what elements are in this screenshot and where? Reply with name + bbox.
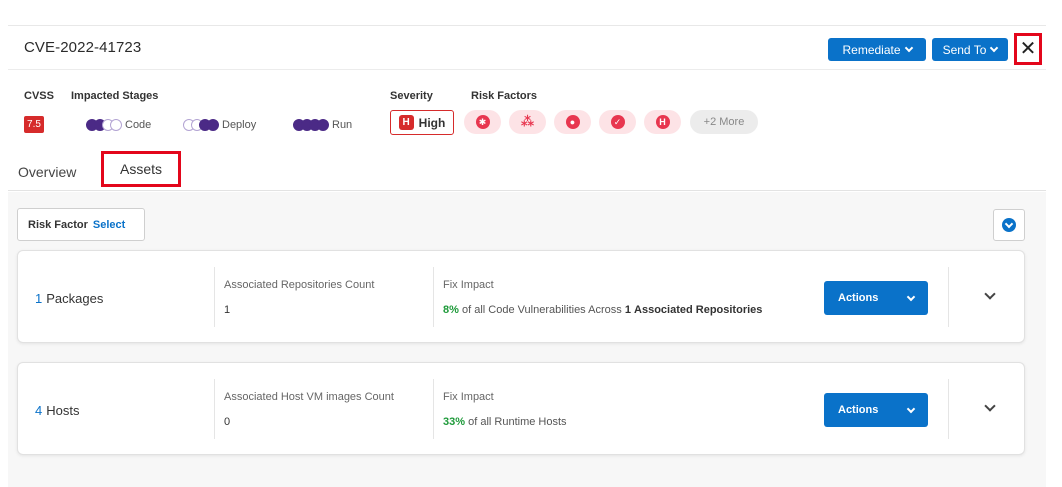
hosts-name: Hosts [46,403,80,418]
hosts-count[interactable]: 4 [35,403,42,418]
packages-card: 1 Packages Associated Repositories Count … [17,250,1025,343]
cvss-score-badge: 7.5 [24,116,44,133]
actions-button[interactable]: Actions [824,281,928,315]
network-icon: ⁂ [520,114,535,129]
assoc-hosts-label: Associated Host VM images Count [224,391,394,403]
assets-content: Risk Factor Select 1 Packages Associated … [8,192,1046,487]
tab-assets[interactable]: Assets [101,151,181,187]
actions-button[interactable]: Actions [824,393,928,427]
risk-factor-h[interactable]: H [644,110,681,134]
card-title: 4 Hosts [35,403,79,418]
cve-id-title: CVE-2022-41723 [24,39,142,56]
stage-code-label: Code [125,119,152,131]
fix-impact-pct: 33% [443,416,466,428]
card-title: 1 Packages [35,291,103,306]
divider [948,267,949,327]
stage-deploy-label: Deploy [222,119,257,131]
bomb-icon: ● [565,115,580,129]
remediate-button[interactable]: Remediate [828,38,926,61]
severity-label: Severity [390,90,433,102]
hosts-card: 4 Hosts Associated Host VM images Count 0… [17,362,1025,455]
h-icon: H [655,115,670,129]
fix-impact-desc: of all Code Vulnerabilities Across [461,304,622,316]
fix-impact-text: 8% of all Code Vulnerabilities Across 1 … [443,304,762,316]
assoc-hosts-value: 0 [224,416,231,428]
risk-factor-network[interactable]: ⁂ [509,110,546,134]
cvss-label: CVSS [24,90,54,102]
chevron-down-icon [904,43,913,53]
divider [433,267,434,327]
fix-impact-num: 1 [624,304,631,316]
packages-name: Packages [46,291,104,306]
stage-run-label: Run [332,119,353,131]
risk-factor-select-link[interactable]: Select [93,219,125,231]
stage-run-indicator [290,116,332,134]
divider [214,379,215,439]
tab-overview[interactable]: Overview [18,164,76,180]
risk-factor-filter[interactable]: Risk Factor Select [17,208,145,241]
send-to-label: Send To [942,42,987,57]
divider [214,267,215,327]
risk-factor-check[interactable]: ✓ [599,110,636,134]
expand-chevron-icon[interactable] [985,403,995,413]
actions-label: Actions [838,404,879,416]
check-icon: ✓ [610,115,625,129]
stage-deploy-indicator [180,116,222,134]
fix-impact-label: Fix Impact [443,391,494,403]
divider [948,379,949,439]
severity-value: High [418,115,446,130]
close-button[interactable]: ✕ [1014,33,1042,65]
assoc-repos-label: Associated Repositories Count [224,279,375,291]
fix-impact-desc: of all Runtime Hosts [468,416,567,428]
chevron-down-icon [906,292,916,301]
tab-assets-label: Assets [119,161,162,177]
divider [433,379,434,439]
risk-factor-filter-label: Risk Factor [28,218,88,231]
fix-impact-label: Fix Impact [443,279,494,291]
download-icon [1002,218,1016,232]
bug-icon: ✱ [475,115,490,129]
severity-letter: H [398,115,414,130]
chevron-down-icon [990,43,999,53]
assoc-repos-value: 1 [224,304,231,316]
expand-chevron-icon[interactable] [985,291,995,301]
risk-factor-bomb[interactable]: ● [554,110,591,134]
risk-factor-bug[interactable]: ✱ [464,110,501,134]
chevron-down-icon [906,404,916,413]
risk-factors-label: Risk Factors [471,90,538,102]
risk-factors-more[interactable]: +2 More [690,110,758,134]
cve-detail-panel: CVE-2022-41723 Remediate Send To ✕ CVSS … [8,25,1046,487]
tab-bar: Overview Assets [8,149,1046,191]
panel-header: CVE-2022-41723 Remediate Send To ✕ [8,26,1046,70]
packages-count[interactable]: 1 [35,291,42,306]
stage-run: Run [290,116,353,134]
fix-impact-pct: 8% [443,304,459,316]
impacted-stages-label: Impacted Stages [71,90,159,102]
send-to-button[interactable]: Send To [932,38,1008,61]
fix-impact-suffix: Associated Repositories [634,304,763,316]
severity-badge: H High [390,110,454,135]
fix-impact-text: 33% of all Runtime Hosts [443,416,567,428]
actions-label: Actions [838,292,879,304]
stage-code-indicator [83,116,125,134]
remediate-label: Remediate [842,42,901,57]
stage-deploy: Deploy [180,116,257,134]
stage-code: Code [83,116,152,134]
download-button[interactable] [993,209,1025,241]
close-icon[interactable]: ✕ [1020,39,1037,59]
